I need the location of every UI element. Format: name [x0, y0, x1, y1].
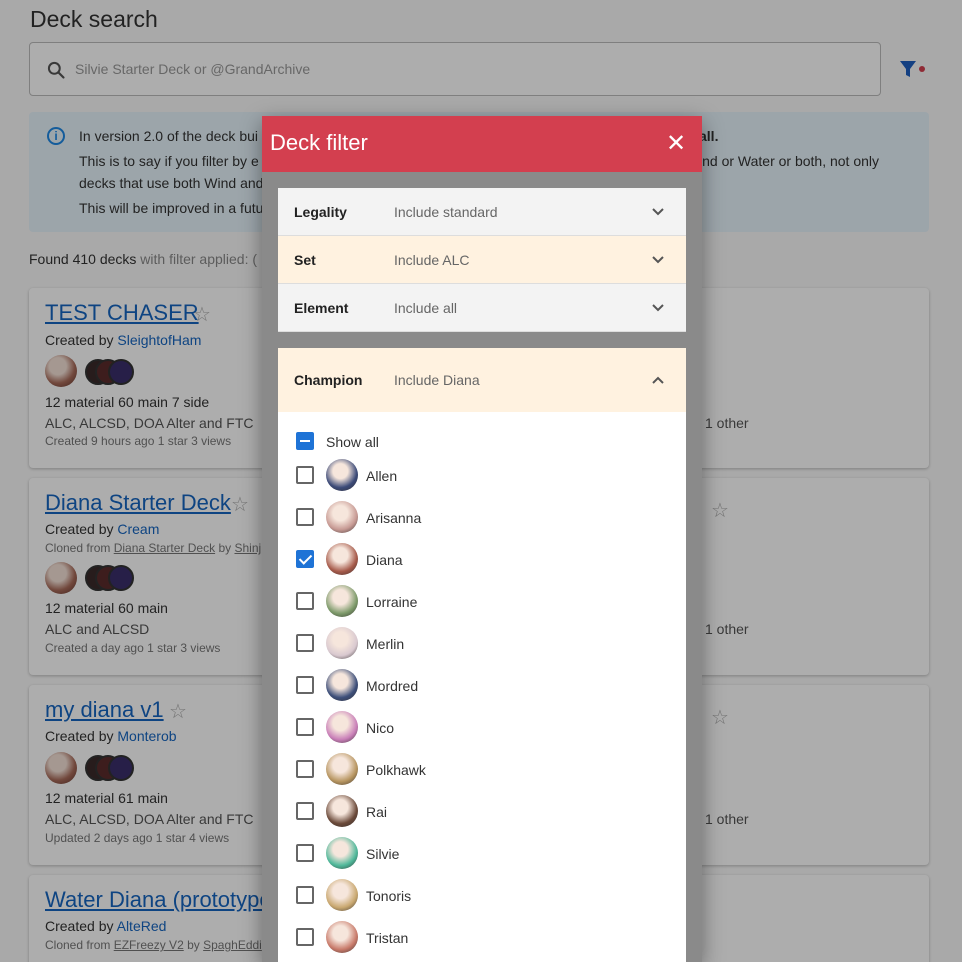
filter-champion[interactable]: Champion Include Diana [278, 348, 686, 412]
champion-option[interactable]: Diana [278, 542, 686, 584]
champion-option[interactable]: Rai [278, 794, 686, 836]
chevron-down-icon [652, 208, 664, 216]
champion-avatar [326, 669, 358, 701]
deck-filter-dialog: Deck filter ✕ Legality Include standard … [262, 116, 702, 962]
champion-option[interactable]: Tonoris [278, 878, 686, 920]
champion-avatar [326, 795, 358, 827]
champion-option-label: Mordred [366, 678, 419, 694]
champion-panel: Champion Include Diana Show all Allen Ari… [278, 348, 686, 962]
close-icon[interactable]: ✕ [662, 130, 690, 158]
filter-value: Include ALC [394, 252, 470, 268]
champion-option[interactable]: Nico [278, 710, 686, 752]
filter-value: Include all [394, 300, 458, 316]
champion-option-label: Silvie [366, 846, 400, 862]
champion-option-label: Rai [366, 804, 388, 820]
champion-option-label: Merlin [366, 636, 405, 652]
champion-avatar [326, 711, 358, 743]
filter-label: Champion [294, 372, 363, 388]
champion-option-label: Nico [366, 720, 395, 736]
filter-label: Legality [294, 204, 347, 220]
champion-option-label: Lorraine [366, 594, 418, 610]
champion-checkbox[interactable] [296, 508, 314, 526]
filter-legality[interactable]: Legality Include standard [278, 188, 686, 236]
show-all-label: Show all [326, 434, 379, 450]
filter-element[interactable]: Element Include all [278, 284, 686, 332]
champion-option[interactable]: Tristan [278, 920, 686, 962]
champion-option-label: Allen [366, 468, 398, 484]
champion-option-label: Polkhawk [366, 762, 426, 778]
chevron-up-icon [652, 376, 664, 384]
filter-set[interactable]: Set Include ALC [278, 236, 686, 284]
champion-checkbox[interactable] [296, 550, 314, 568]
champion-checkbox[interactable] [296, 466, 314, 484]
champion-avatar [326, 543, 358, 575]
champion-option[interactable]: Lorraine [278, 584, 686, 626]
champion-checkbox[interactable] [296, 592, 314, 610]
champion-avatar [326, 627, 358, 659]
champion-avatar [326, 879, 358, 911]
champion-avatar [326, 921, 358, 953]
champion-avatar [326, 753, 358, 785]
filter-value: Include Diana [394, 372, 480, 388]
champion-checkbox[interactable] [296, 886, 314, 904]
dialog-header: Deck filter ✕ [262, 116, 702, 172]
champion-checkbox[interactable] [296, 718, 314, 736]
dialog-title: Deck filter [270, 130, 368, 155]
champion-option[interactable]: Silvie [278, 836, 686, 878]
champion-checkbox[interactable] [296, 802, 314, 820]
champion-avatar [326, 501, 358, 533]
champion-avatar [326, 585, 358, 617]
champion-avatar [326, 459, 358, 491]
champion-checkbox[interactable] [296, 676, 314, 694]
filter-label: Element [294, 300, 349, 316]
champion-checkbox[interactable] [296, 760, 314, 778]
champion-option[interactable]: Mordred [278, 668, 686, 710]
champion-avatar [326, 837, 358, 869]
chevron-down-icon [652, 256, 664, 264]
champion-option[interactable]: Allen [278, 458, 686, 500]
champion-option-label: Diana [366, 552, 403, 568]
champion-option-label: Tristan [366, 930, 409, 946]
filter-label: Set [294, 252, 316, 268]
champion-checkbox[interactable] [296, 844, 314, 862]
champion-option[interactable]: Merlin [278, 626, 686, 668]
filter-value: Include standard [394, 204, 498, 220]
champion-option-label: Arisanna [366, 510, 422, 526]
champion-checkbox[interactable] [296, 634, 314, 652]
champion-option-label: Tonoris [366, 888, 412, 904]
chevron-down-icon [652, 304, 664, 312]
show-all-checkbox[interactable] [296, 432, 314, 450]
champion-option[interactable]: Polkhawk [278, 752, 686, 794]
champion-option[interactable]: Arisanna [278, 500, 686, 542]
champion-checkbox[interactable] [296, 928, 314, 946]
